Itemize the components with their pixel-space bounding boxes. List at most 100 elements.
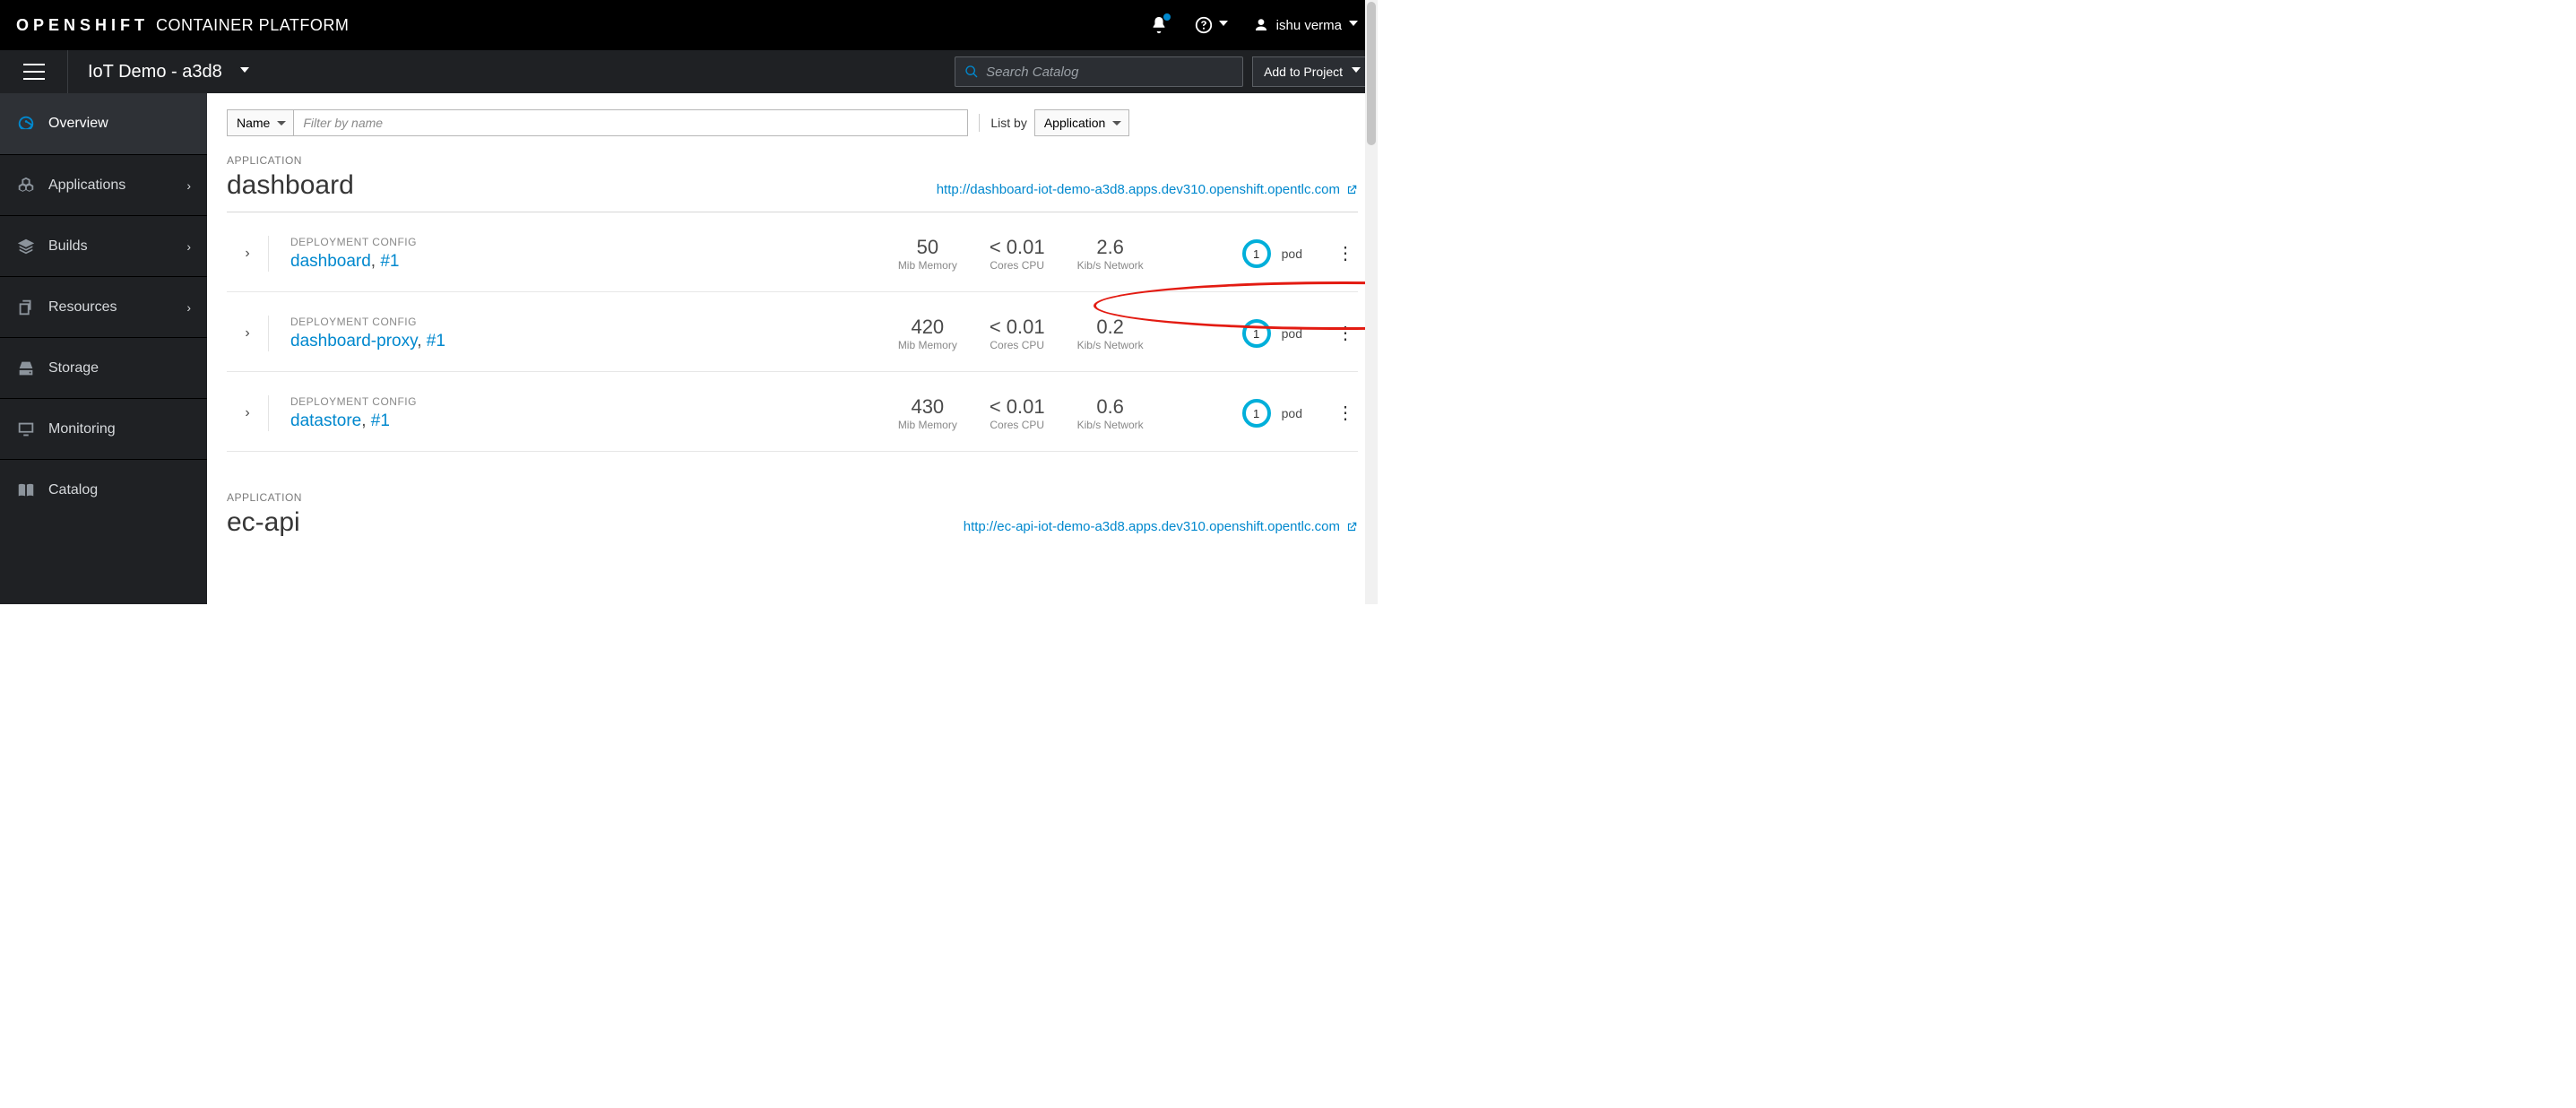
application-header: ec-api http://ec-api-iot-demo-a3d8.apps.… bbox=[227, 504, 1358, 549]
copy-icon bbox=[16, 298, 36, 317]
deployment-info: DEPLOYMENT CONFIG datastore, #1 bbox=[290, 395, 417, 431]
network-value: 0.2 bbox=[1077, 316, 1144, 339]
pod-count-ring: 1 bbox=[1242, 319, 1271, 348]
project-name: IoT Demo - a3d8 bbox=[88, 62, 222, 82]
deployment-caption: DEPLOYMENT CONFIG bbox=[290, 236, 417, 248]
application-header: dashboard http://dashboard-iot-demo-a3d8… bbox=[227, 167, 1358, 212]
deployment-row: › DEPLOYMENT CONFIG dashboard, #1 50Mib … bbox=[227, 212, 1358, 292]
main: Name List by Application APPLICATION das… bbox=[207, 93, 1378, 604]
pod-label: pod bbox=[1282, 326, 1302, 341]
application-block: APPLICATION ec-api http://ec-api-iot-dem… bbox=[207, 452, 1378, 549]
pod-label: pod bbox=[1282, 247, 1302, 261]
scrollbar[interactable] bbox=[1365, 0, 1378, 604]
listby-dropdown[interactable]: Application bbox=[1034, 109, 1130, 136]
filter-field-dropdown[interactable]: Name bbox=[227, 109, 294, 136]
sidebar-item-catalog[interactable]: Catalog bbox=[0, 459, 207, 520]
top-actions: ishu verma bbox=[1149, 15, 1358, 35]
chevron-right-icon: › bbox=[245, 246, 249, 262]
cpu-label: Cores CPU bbox=[990, 339, 1045, 351]
chevron-right-icon: › bbox=[245, 325, 249, 342]
memory-label: Mib Memory bbox=[898, 419, 957, 431]
application-name: ec-api bbox=[227, 507, 300, 538]
help-icon bbox=[1194, 15, 1214, 35]
chevron-down-icon bbox=[1219, 21, 1228, 30]
expand-toggle[interactable]: › bbox=[227, 405, 268, 421]
sidebar-item-overview[interactable]: Overview bbox=[0, 93, 207, 154]
project-selector[interactable]: IoT Demo - a3d8 bbox=[68, 62, 249, 82]
sidebar: Overview Applications › Builds › Resourc… bbox=[0, 93, 207, 604]
sidebar-item-resources[interactable]: Resources › bbox=[0, 276, 207, 337]
dashboard-icon bbox=[16, 114, 36, 134]
deployment-row: › DEPLOYMENT CONFIG dashboard-proxy, #1 … bbox=[227, 292, 1358, 372]
filters-bar: Name List by Application bbox=[207, 93, 1378, 149]
sidebar-item-applications[interactable]: Applications › bbox=[0, 154, 207, 215]
memory-value: 430 bbox=[898, 395, 957, 419]
help-menu[interactable] bbox=[1194, 15, 1228, 35]
user-menu[interactable]: ishu verma bbox=[1253, 17, 1358, 33]
cpu-value: < 0.01 bbox=[990, 395, 1045, 419]
cpu-label: Cores CPU bbox=[990, 259, 1045, 272]
deployment-name-link[interactable]: datastore bbox=[290, 411, 361, 430]
search-catalog[interactable] bbox=[955, 56, 1243, 87]
deployment-build-link[interactable]: #1 bbox=[371, 411, 390, 430]
divider bbox=[268, 395, 269, 431]
application-caption: APPLICATION bbox=[227, 491, 1358, 504]
metrics: 430Mib Memory < 0.01Cores CPU 0.6Kib/s N… bbox=[898, 395, 1144, 431]
brand-light: CONTAINER PLATFORM bbox=[156, 16, 349, 35]
network-value: 0.6 bbox=[1077, 395, 1144, 419]
kebab-icon: ⋮ bbox=[1336, 244, 1354, 264]
deployment-name-link[interactable]: dashboard bbox=[290, 252, 371, 271]
application-url: http://dashboard-iot-demo-a3d8.apps.dev3… bbox=[937, 182, 1340, 197]
listby-value: Application bbox=[1035, 116, 1129, 130]
pods-indicator[interactable]: 1 pod bbox=[1242, 319, 1302, 348]
filter-input[interactable] bbox=[294, 109, 968, 136]
deployment-info: DEPLOYMENT CONFIG dashboard, #1 bbox=[290, 236, 417, 272]
deployment-build-link[interactable]: #1 bbox=[380, 252, 399, 271]
pod-count-ring: 1 bbox=[1242, 239, 1271, 268]
application-url: http://ec-api-iot-demo-a3d8.apps.dev310.… bbox=[964, 519, 1340, 534]
sidebar-item-builds[interactable]: Builds › bbox=[0, 215, 207, 276]
expand-toggle[interactable]: › bbox=[227, 325, 268, 342]
listby-label: List by bbox=[990, 116, 1033, 130]
brand: OPENSHIFT CONTAINER PLATFORM bbox=[16, 16, 349, 35]
pods-indicator[interactable]: 1 pod bbox=[1242, 399, 1302, 428]
sidebar-item-label: Monitoring bbox=[48, 421, 116, 437]
memory-label: Mib Memory bbox=[898, 259, 957, 272]
divider bbox=[268, 316, 269, 351]
pods-indicator[interactable]: 1 pod bbox=[1242, 239, 1302, 268]
layers-icon bbox=[16, 237, 36, 256]
application-route-link[interactable]: http://dashboard-iot-demo-a3d8.apps.dev3… bbox=[937, 182, 1358, 197]
sidebar-item-label: Applications bbox=[48, 177, 125, 194]
cpu-value: < 0.01 bbox=[990, 316, 1045, 339]
external-link-icon bbox=[1345, 521, 1358, 533]
kebab-icon: ⋮ bbox=[1336, 403, 1354, 423]
user-name: ishu verma bbox=[1276, 18, 1342, 33]
row-actions[interactable]: ⋮ bbox=[1333, 404, 1358, 422]
add-to-project[interactable]: Add to Project bbox=[1252, 56, 1372, 87]
row-actions[interactable]: ⋮ bbox=[1333, 245, 1358, 263]
chevron-down-icon bbox=[1352, 67, 1361, 76]
sidebar-item-label: Overview bbox=[48, 116, 108, 132]
deployment-info: DEPLOYMENT CONFIG dashboard-proxy, #1 bbox=[290, 316, 445, 351]
search-input[interactable] bbox=[986, 65, 1233, 80]
divider bbox=[268, 236, 269, 272]
hdd-icon bbox=[16, 359, 36, 378]
memory-label: Mib Memory bbox=[898, 339, 957, 351]
kebab-icon: ⋮ bbox=[1336, 324, 1354, 343]
memory-value: 420 bbox=[898, 316, 957, 339]
book-icon bbox=[16, 480, 36, 500]
nav-toggle[interactable] bbox=[0, 50, 68, 93]
expand-toggle[interactable]: › bbox=[227, 246, 268, 262]
deployment-name-link[interactable]: dashboard-proxy bbox=[290, 332, 417, 351]
sidebar-item-storage[interactable]: Storage bbox=[0, 337, 207, 398]
deployment-caption: DEPLOYMENT CONFIG bbox=[290, 395, 417, 408]
row-actions[interactable]: ⋮ bbox=[1333, 325, 1358, 342]
metrics: 420Mib Memory < 0.01Cores CPU 0.2Kib/s N… bbox=[898, 316, 1144, 351]
cpu-value: < 0.01 bbox=[990, 236, 1045, 259]
application-route-link[interactable]: http://ec-api-iot-demo-a3d8.apps.dev310.… bbox=[964, 519, 1358, 534]
secondbar: IoT Demo - a3d8 Add to Project bbox=[0, 50, 1378, 93]
sidebar-item-monitoring[interactable]: Monitoring bbox=[0, 398, 207, 459]
sidebar-item-label: Builds bbox=[48, 238, 88, 255]
notifications-button[interactable] bbox=[1149, 15, 1169, 35]
deployment-build-link[interactable]: #1 bbox=[427, 332, 445, 351]
